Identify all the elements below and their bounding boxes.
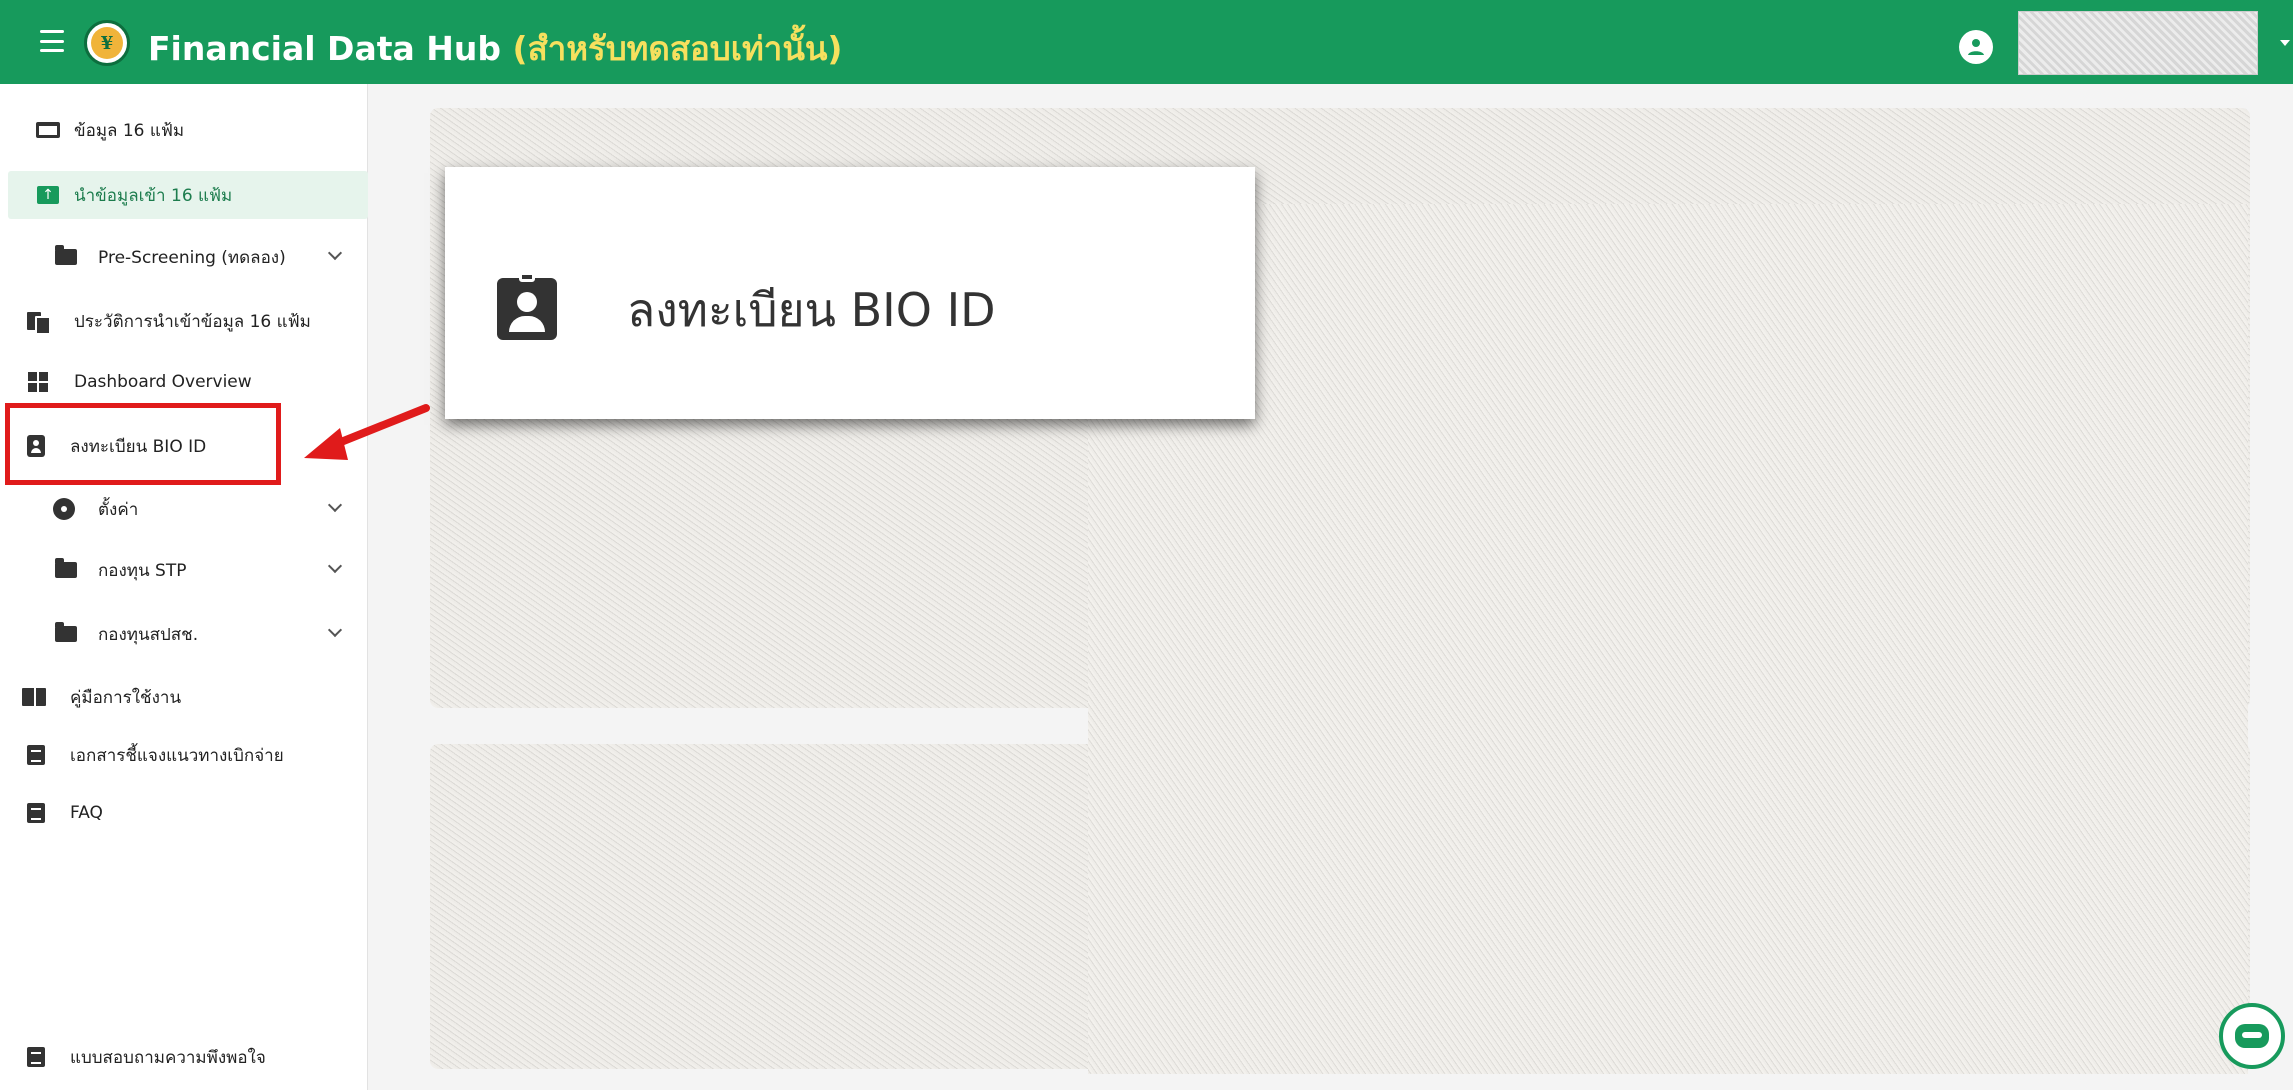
chevron-down-icon[interactable] <box>327 497 343 513</box>
chevron-down-icon[interactable] <box>327 558 343 574</box>
sidebar-item-label: ประวัติการนำเข้าข้อมูล 16 แฟ้ม <box>74 311 311 332</box>
chevron-down-icon[interactable] <box>2280 40 2290 46</box>
user-avatar-icon[interactable] <box>1959 30 1993 64</box>
sidebar-item-satisfaction-survey[interactable]: แบบสอบถามความพึงพอใจ <box>8 1033 368 1081</box>
sidebar-item-label: นำข้อมูลเข้า 16 แฟ้ม <box>74 185 233 206</box>
chevron-down-icon[interactable] <box>327 622 343 638</box>
top-app-bar: ¥ Financial Data Hub (สำหรับทดสอบเท่านั้… <box>0 0 2293 84</box>
file-table-panel <box>1088 204 2248 1074</box>
chevron-down-icon[interactable] <box>327 245 343 261</box>
book-icon <box>22 686 46 708</box>
gear-icon <box>52 498 76 520</box>
sidebar-item-disbursement-docs[interactable]: เอกสารชี้แจงแนวทางเบิกจ่าย <box>8 731 368 779</box>
badge-icon <box>497 272 557 340</box>
app-logo: ¥ <box>84 20 130 66</box>
app-title-text: Financial Data Hub <box>148 29 501 68</box>
sidebar-item-nhso-fund[interactable]: กองทุนสปสช. <box>8 610 368 658</box>
app-title: Financial Data Hub (สำหรับทดสอบเท่านั้น) <box>148 22 843 75</box>
zoomed-menu-item: ลงทะเบียน BIO ID <box>445 167 1255 419</box>
folder-open-icon <box>36 119 60 141</box>
sidebar-item-label: Dashboard Overview <box>74 372 252 392</box>
folder-upload-icon: ↑ <box>36 184 60 206</box>
sidebar-item-label: ข้อมูล 16 แฟ้ม <box>74 120 185 141</box>
sidebar-item-faq[interactable]: FAQ <box>8 789 368 837</box>
sidebar-item-import-history[interactable]: ประวัติการนำเข้าข้อมูล 16 แฟ้ม <box>8 297 368 345</box>
user-name-redacted[interactable] <box>2018 11 2258 75</box>
sidebar-item-pre-screening[interactable]: Pre-Screening (ทดลอง) <box>8 233 368 281</box>
zoomed-menu-label: ลงทะเบียน BIO ID <box>627 283 996 337</box>
folder-icon <box>54 245 78 268</box>
sidebar-item-settings[interactable]: ตั้งค่า <box>8 485 368 533</box>
sidebar-item-label: Pre-Screening (ทดลอง) <box>98 247 286 268</box>
folder-icon <box>54 622 78 645</box>
sidebar-item-label: FAQ <box>70 803 103 823</box>
sidebar-item-import-16-files[interactable]: ↑ นำข้อมูลเข้า 16 แฟ้ม <box>8 171 368 219</box>
sidebar-item-label: แบบสอบถามความพึงพอใจ <box>70 1047 266 1068</box>
dashboard-icon <box>26 371 50 393</box>
document-icon <box>24 1046 48 1068</box>
sidebar-item-label: กองทุนสปสช. <box>98 624 199 645</box>
document-icon <box>24 802 48 824</box>
sidebar-item-16-files[interactable]: ข้อมูล 16 แฟ้ม <box>8 106 368 154</box>
file-copy-icon <box>26 310 51 335</box>
sidebar-item-label: กองทุน STP <box>98 560 187 581</box>
annotation-highlight-box <box>5 403 281 485</box>
app-subtitle: (สำหรับทดสอบเท่านั้น) <box>512 29 843 68</box>
folder-icon <box>54 558 78 581</box>
document-icon <box>24 744 48 766</box>
sidebar-item-stp-fund[interactable]: กองทุน STP <box>8 546 368 594</box>
sidebar-item-user-manual[interactable]: คู่มือการใช้งาน <box>8 673 368 721</box>
menu-icon[interactable] <box>40 30 64 52</box>
sidebar-item-label: ตั้งค่า <box>98 499 139 520</box>
sidebar-item-label: เอกสารชี้แจงแนวทางเบิกจ่าย <box>70 745 284 766</box>
sidebar-item-label: คู่มือการใช้งาน <box>70 687 182 708</box>
chatbot-icon[interactable] <box>2219 1003 2285 1069</box>
